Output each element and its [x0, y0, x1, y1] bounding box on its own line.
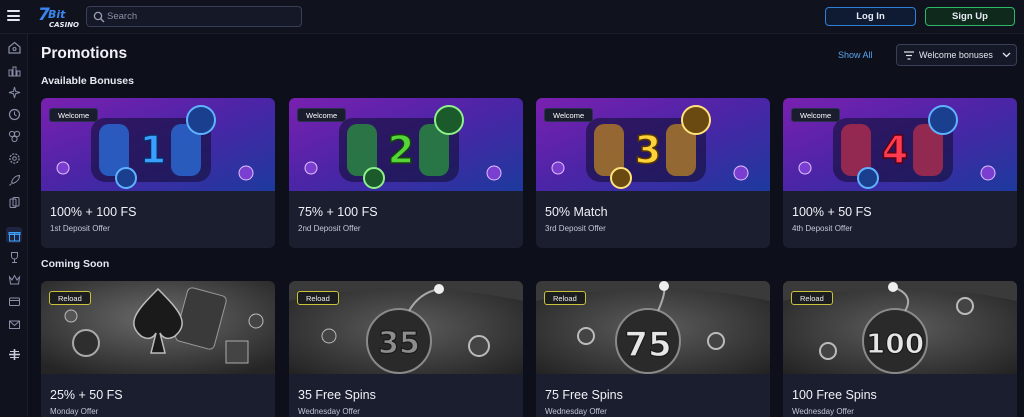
svg-text:Bit: Bit	[48, 8, 66, 21]
crown-icon	[8, 273, 20, 284]
top-bar: 7 Bit CASINO Log In Sign Up	[0, 0, 1024, 34]
bonus-card[interactable]: 4 Welcome 100% + 50 FS 4th Deposit Offer	[783, 98, 1017, 248]
reload-badge: Reload	[544, 291, 586, 305]
bomb-number: 100	[866, 327, 924, 360]
bonus-title: 100 Free Spins	[792, 388, 877, 402]
reload-badge: Reload	[297, 291, 339, 305]
casino-logo[interactable]: 7 Bit CASINO	[36, 3, 80, 31]
clock-icon	[8, 108, 20, 120]
cards-icon	[9, 196, 19, 208]
sidebar-item-new[interactable]	[6, 84, 22, 100]
sidebar-item-vip[interactable]	[6, 271, 22, 287]
sidebar-item-leaderboard[interactable]	[6, 62, 22, 78]
trophy-stats-icon	[8, 66, 20, 76]
chevron-down-icon	[1002, 52, 1011, 58]
sidebar-item-crash[interactable]	[6, 172, 22, 188]
bonus-subtitle: 1st Deposit Offer	[50, 224, 110, 233]
sidebar-item-home[interactable]	[6, 39, 22, 55]
bonus-subtitle: Wednesday Offer	[792, 407, 854, 416]
sidebar-item-live[interactable]	[6, 194, 22, 210]
bonus-subtitle: Wednesday Offer	[545, 407, 607, 416]
reload-card[interactable]: 35 Reload 35 Free Spins Wednesday Offer	[289, 281, 523, 417]
sidebar-item-tournaments[interactable]	[6, 249, 22, 265]
filter-label: Welcome bonuses	[919, 50, 993, 60]
reload-card[interactable]: 100 Reload 100 Free Spins Wednesday Offe…	[783, 281, 1017, 417]
bonus-title: 75 Free Spins	[545, 388, 623, 402]
bonus-title: 100% + 100 FS	[50, 205, 137, 219]
reload-badge: Reload	[49, 291, 91, 305]
bonus-title: 100% + 50 FS	[792, 205, 872, 219]
reload-badge: Reload	[791, 291, 833, 305]
dice-icon	[8, 130, 20, 142]
bonus-subtitle: 3rd Deposit Offer	[545, 224, 606, 233]
bonus-title: 25% + 50 FS	[50, 388, 123, 402]
trophy-icon	[10, 251, 18, 263]
bonus-subtitle: Monday Offer	[50, 407, 99, 416]
welcome-badge: Welcome	[297, 108, 347, 122]
filter-icon	[904, 51, 914, 60]
sidebar-item-payments[interactable]	[6, 293, 22, 309]
sidebar-item-table-games[interactable]	[6, 128, 22, 144]
sidebar-item-providers[interactable]	[6, 150, 22, 166]
bonus-subtitle: Wednesday Offer	[298, 407, 360, 416]
bonus-title: 35 Free Spins	[298, 388, 376, 402]
bonus-card[interactable]: 3 Welcome 50% Match 3rd Deposit Offer	[536, 98, 770, 248]
sidebar	[0, 34, 28, 417]
rocket-icon	[8, 174, 20, 186]
home-icon	[7, 41, 21, 54]
svg-text:1: 1	[140, 128, 166, 172]
welcome-badge: Welcome	[49, 108, 99, 122]
search-box[interactable]	[86, 6, 302, 27]
bonus-subtitle: 2nd Deposit Offer	[298, 224, 361, 233]
bomb-number: 75	[624, 325, 671, 365]
reload-card[interactable]: Reload 25% + 50 FS Monday Offer	[41, 281, 275, 417]
sparkle-icon	[8, 86, 20, 98]
sidebar-item-promotions[interactable]	[6, 227, 22, 243]
coming-soon-heading: Coming Soon	[41, 258, 110, 270]
available-bonuses-heading: Available Bonuses	[41, 75, 134, 87]
gift-icon	[8, 231, 20, 241]
svg-text:2: 2	[388, 128, 414, 172]
bonus-filter-dropdown[interactable]: Welcome bonuses	[896, 44, 1017, 66]
signup-button[interactable]: Sign Up	[925, 7, 1015, 26]
svg-text:4: 4	[882, 128, 908, 172]
svg-text:CASINO: CASINO	[49, 21, 79, 29]
welcome-badge: Welcome	[791, 108, 841, 122]
support-icon	[8, 348, 20, 360]
mail-icon	[8, 320, 20, 329]
page-title: Promotions	[41, 45, 128, 62]
sidebar-item-contact[interactable]	[6, 316, 22, 332]
sidebar-item-recent[interactable]	[6, 106, 22, 122]
show-all-link[interactable]: Show All	[838, 50, 873, 60]
login-button[interactable]: Log In	[825, 7, 916, 26]
bonus-subtitle: 4th Deposit Offer	[792, 224, 853, 233]
search-input[interactable]	[107, 9, 297, 24]
search-icon	[93, 11, 105, 23]
menu-icon[interactable]	[7, 10, 20, 21]
bonus-title: 75% + 100 FS	[298, 205, 378, 219]
bonus-card[interactable]: 1 Welcome 100% + 100 FS 1st Deposit Offe…	[41, 98, 275, 248]
wallet-icon	[8, 297, 20, 306]
bomb-number: 35	[378, 326, 420, 361]
reload-card[interactable]: 75 Reload 75 Free Spins Wednesday Offer	[536, 281, 770, 417]
settings-icon	[8, 152, 20, 164]
svg-text:3: 3	[635, 128, 661, 172]
welcome-badge: Welcome	[544, 108, 594, 122]
sidebar-item-support[interactable]	[6, 346, 22, 362]
bonus-title: 50% Match	[545, 205, 608, 219]
bonus-card[interactable]: 2 Welcome 75% + 100 FS 2nd Deposit Offer	[289, 98, 523, 248]
